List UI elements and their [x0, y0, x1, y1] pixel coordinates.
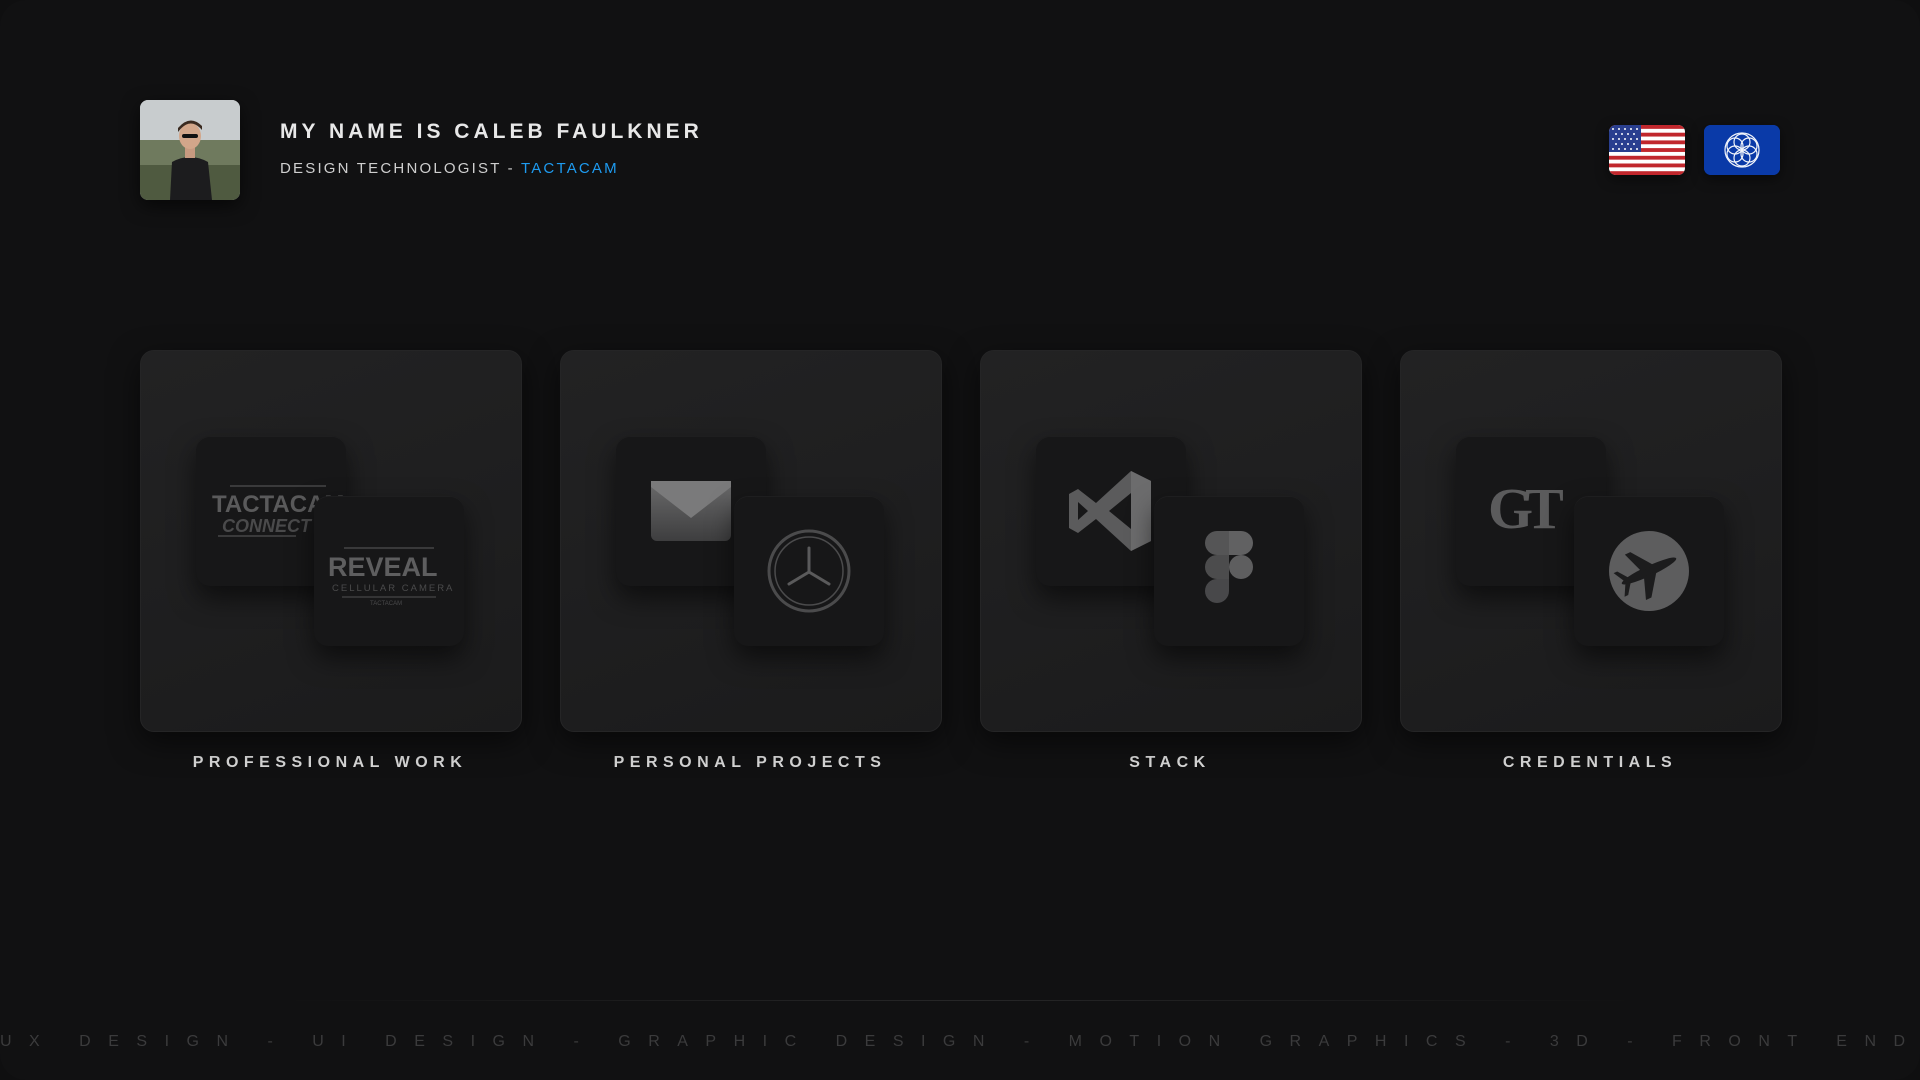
svg-text:TACTACAM: TACTACAM — [370, 601, 402, 607]
world-flag-button[interactable] — [1704, 125, 1780, 175]
card-label: PERSONAL PROJECTS — [613, 754, 887, 771]
footer-divider — [280, 1000, 1640, 1001]
aviation-tile[interactable] — [1574, 496, 1724, 646]
card-credentials-wrap: GT CREDENTIALS — [1400, 350, 1782, 772]
app-window: MY NAME IS CALEB FAULKNER DESIGN TECHNOL… — [0, 0, 1920, 1080]
us-flag-button[interactable] — [1609, 125, 1685, 175]
svg-text:REVEAL: REVEAL — [328, 552, 438, 582]
card-professional-work[interactable]: TACTACAM CONNECT REVEAL CELLULAR CAMERA … — [140, 350, 522, 732]
card-personal-projects[interactable] — [560, 350, 942, 732]
svg-text:CELLULAR CAMERA: CELLULAR CAMERA — [332, 583, 454, 594]
profile-avatar — [140, 100, 240, 200]
card-professional-work-wrap: TACTACAM CONNECT REVEAL CELLULAR CAMERA … — [140, 350, 522, 772]
compass-star-icon — [767, 529, 851, 613]
skills-ticker: UX DESIGN - UI DESIGN - GRAPHIC DESIGN -… — [0, 1033, 1920, 1050]
svg-text:GT: GT — [1488, 476, 1563, 541]
profile-role: DESIGN TECHNOLOGIST - TACTACAM — [280, 160, 619, 177]
card-label: PROFESSIONAL WORK — [192, 754, 468, 771]
reveal-tile[interactable]: REVEAL CELLULAR CAMERA TACTACAM — [314, 496, 464, 646]
reveal-cellular-camera-logo: REVEAL CELLULAR CAMERA TACTACAM — [328, 547, 454, 607]
card-stack[interactable] — [980, 350, 1362, 732]
figma-icon — [1205, 531, 1253, 603]
us-flag-icon — [1609, 125, 1685, 175]
card-personal-projects-wrap: PERSONAL PROJECTS — [560, 350, 942, 772]
compass-tile[interactable] — [734, 496, 884, 646]
profile-name: MY NAME IS CALEB FAULKNER — [280, 120, 703, 143]
card-label: CREDENTIALS — [1502, 754, 1678, 771]
company-link[interactable]: TACTACAM — [521, 160, 619, 177]
card-stack-wrap: STACK — [980, 350, 1362, 772]
globe-flower-icon — [1704, 125, 1780, 175]
svg-text:CONNECT: CONNECT — [222, 516, 313, 536]
card-label: STACK — [1129, 754, 1211, 771]
figma-tile[interactable] — [1154, 496, 1304, 646]
airplane-badge-icon — [1609, 531, 1689, 611]
card-credentials[interactable]: GT — [1400, 350, 1782, 732]
role-text: DESIGN TECHNOLOGIST - — [280, 160, 521, 177]
